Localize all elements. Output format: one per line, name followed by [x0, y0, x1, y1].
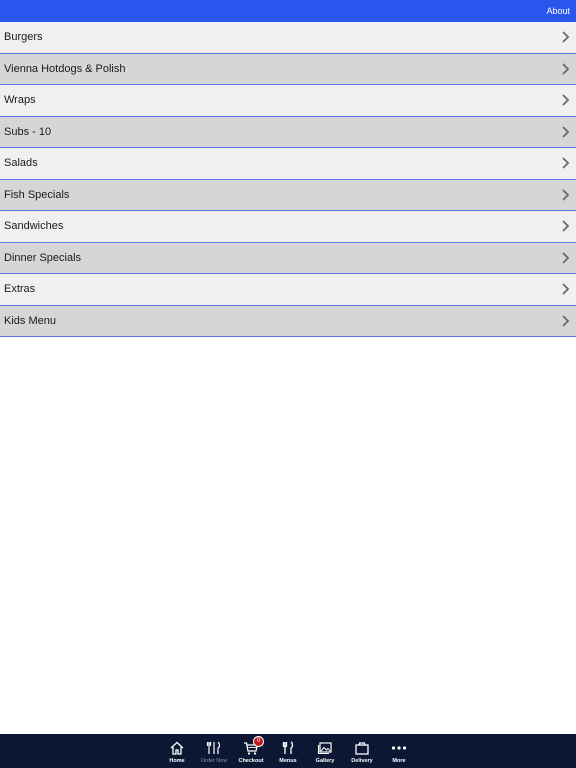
menu-item-vienna-hotdogs[interactable]: Vienna Hotdogs & Polish: [0, 53, 576, 85]
tab-label: Checkout: [238, 758, 264, 764]
more-icon: [391, 746, 407, 750]
tab-label: More: [392, 758, 406, 764]
menu-item-dinner-specials[interactable]: Dinner Specials: [0, 242, 576, 274]
menu-item-fish-specials[interactable]: Fish Specials: [0, 179, 576, 211]
tab-label: Gallery: [315, 758, 335, 764]
tab-label: Order Now: [200, 758, 228, 764]
menu-item-label: Extras: [4, 283, 36, 296]
tab-gallery[interactable]: Gallery: [307, 734, 343, 768]
menu-category-list: Burgers Vienna Hotdogs & Polish Wraps Su…: [0, 22, 576, 337]
tab-menus[interactable]: Menus: [270, 734, 306, 768]
tab-more[interactable]: More: [381, 734, 417, 768]
utensils-icon: [206, 741, 221, 754]
chevron-right-icon: [562, 220, 570, 232]
about-link[interactable]: About: [546, 5, 570, 17]
home-icon: [170, 741, 184, 755]
menu-item-extras[interactable]: Extras: [0, 274, 576, 306]
tab-label: Menus: [279, 758, 297, 764]
menu-item-subs[interactable]: Subs - 10: [0, 116, 576, 148]
fork-knife-icon: [282, 741, 294, 754]
bottom-tab-bar: Home Order Now 0 Checkout Menus Gallery …: [0, 734, 576, 768]
tab-order-now[interactable]: Order Now: [196, 734, 232, 768]
menu-item-label: Fish Specials: [4, 188, 70, 201]
tab-checkout[interactable]: 0 Checkout: [233, 734, 269, 768]
cart-count-badge: 0: [253, 736, 264, 747]
menu-item-sandwiches[interactable]: Sandwiches: [0, 211, 576, 243]
chevron-right-icon: [562, 252, 570, 264]
tab-home[interactable]: Home: [159, 734, 195, 768]
menu-item-label: Sandwiches: [4, 220, 64, 233]
chevron-right-icon: [562, 283, 570, 295]
chevron-right-icon: [562, 157, 570, 169]
menu-item-burgers[interactable]: Burgers: [0, 22, 576, 54]
menu-item-label: Salads: [4, 157, 38, 170]
chevron-right-icon: [562, 315, 570, 327]
chevron-right-icon: [562, 126, 570, 138]
menu-item-kids-menu[interactable]: Kids Menu: [0, 305, 576, 337]
menu-item-label: Dinner Specials: [4, 251, 82, 264]
menu-item-label: Kids Menu: [4, 314, 56, 327]
tab-delivery[interactable]: Delivery: [344, 734, 380, 768]
menu-item-wraps[interactable]: Wraps: [0, 85, 576, 117]
menu-item-label: Wraps: [4, 94, 36, 107]
top-navigation-bar: About: [0, 0, 576, 22]
gallery-icon: [317, 742, 332, 755]
menu-item-label: Vienna Hotdogs & Polish: [4, 62, 126, 75]
tab-label: Delivery: [351, 758, 373, 764]
menu-item-label: Subs - 10: [4, 125, 52, 138]
bag-icon: [355, 742, 369, 755]
chevron-right-icon: [562, 94, 570, 106]
chevron-right-icon: [562, 189, 570, 201]
chevron-right-icon: [562, 31, 570, 43]
chevron-right-icon: [562, 63, 570, 75]
menu-item-label: Burgers: [4, 31, 43, 44]
menu-item-salads[interactable]: Salads: [0, 148, 576, 180]
tab-label: Home: [169, 758, 185, 764]
